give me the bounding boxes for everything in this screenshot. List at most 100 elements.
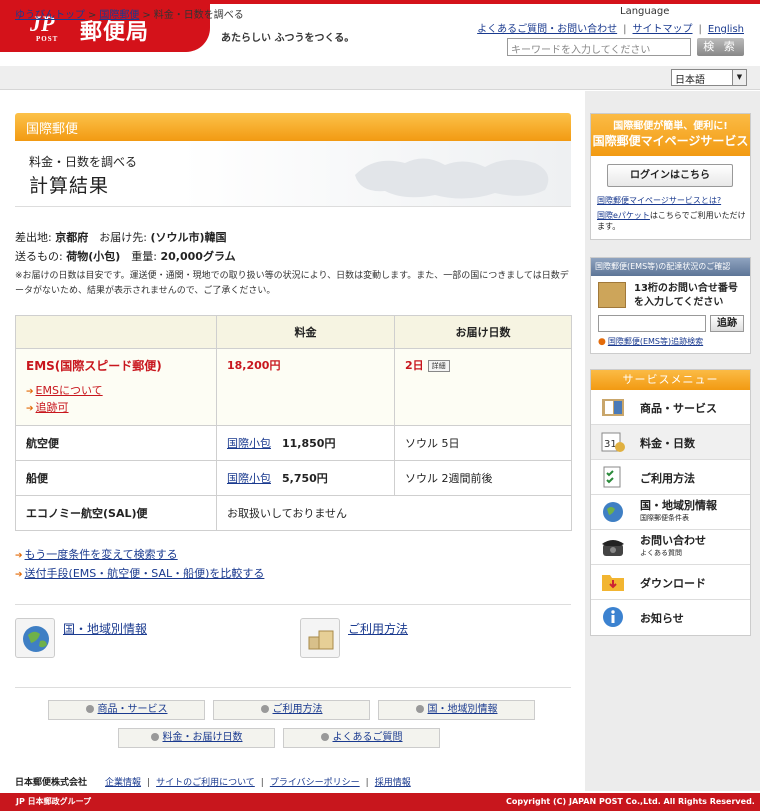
nav-country-info[interactable]: 国・地域別情報 — [378, 700, 535, 720]
table-row-ems: EMS(国際スピード郵便) ➔ EMSについて ➔ 追跡可 18,200円 2日 詳細 — [15, 348, 572, 426]
compare-methods-link[interactable]: 送付手段(EMS・航空便・SAL・船便)を比較する — [25, 567, 265, 580]
faq-link[interactable]: よくあるご質問・お問い合わせ — [477, 24, 617, 35]
origin-destination: 差出地: 京都府 お届け先: (ソウル市)韓国 — [15, 231, 227, 244]
track-button[interactable]: 追跡 — [710, 315, 744, 332]
footer-terms-link[interactable]: サイトのご利用について — [156, 778, 255, 788]
search-button[interactable]: 検 索 — [697, 38, 744, 56]
table-header-price: 料金 — [216, 315, 395, 349]
how-to-use-link[interactable]: ご利用方法 — [348, 620, 408, 637]
service-download[interactable]: ダウンロード — [591, 565, 750, 600]
bullet-icon — [415, 705, 424, 713]
epacket-link[interactable]: 国際eパケット — [597, 211, 650, 220]
language-selected: 日本語 — [675, 75, 705, 86]
world-map-icon — [355, 158, 549, 199]
package-icon — [598, 282, 626, 308]
ems-detail-button[interactable]: 詳細 — [427, 360, 450, 372]
ems-tracking-link[interactable]: 追跡可 — [36, 401, 69, 414]
tagline: あたらしい ふつうをつくる。 — [221, 33, 355, 44]
breadcrumb-intl[interactable]: 国際郵便 — [99, 10, 139, 21]
language-label: Language — [620, 6, 670, 17]
action-links: ➔ もう一度条件を変えて検索する ➔ 送付手段(EMS・航空便・SAL・船便)を比較… — [15, 546, 264, 584]
search-input[interactable]: キーワードを入力してください — [507, 38, 691, 56]
breadcrumb: ゆうびんトップ > 国際郵便 > 料金・日数を調べる — [15, 10, 244, 21]
ship-parcel-link[interactable]: 国際小包 — [227, 472, 271, 485]
group-name: JP 日本郵政グループ — [16, 797, 92, 806]
service-menu-header: サービスメニュー — [591, 370, 750, 390]
weight-value: 20,000グラム — [160, 250, 236, 263]
nav-faq[interactable]: よくあるご質問 — [283, 728, 440, 748]
top-links: よくあるご質問・お問い合わせ | サイトマップ | English — [477, 24, 744, 35]
svg-text:31: 31 — [604, 439, 617, 450]
bullet-icon: ● — [598, 337, 606, 347]
table-row-air: 航空便 国際小包 11,850円 ソウル 5日 — [15, 425, 572, 461]
arrow-icon: ➔ — [15, 551, 23, 561]
service-rates[interactable]: 31 料金・日数 — [591, 425, 750, 460]
arrow-icon: ➔ — [26, 404, 34, 414]
arrow-icon: ➔ — [15, 570, 23, 580]
table-row-ship: 船便 国際小包 5,750円 ソウル 2週間前後 — [15, 460, 572, 496]
checklist-icon — [603, 466, 621, 488]
book-icon — [602, 399, 624, 416]
service-country-info[interactable]: 国・地域別情報 国際郵便条件表 — [591, 495, 750, 530]
globe-icon — [15, 618, 55, 658]
mypage-about-link[interactable]: 国際郵便マイページサービスとは? — [597, 195, 721, 206]
air-parcel-link[interactable]: 国際小包 — [227, 437, 271, 450]
divider — [15, 687, 571, 688]
table-header-row: 料金 お届け日数 — [15, 315, 572, 349]
globe-icon — [603, 502, 623, 522]
tracking-search-link[interactable]: 国際郵便(EMS等)追跡検索 — [608, 337, 703, 346]
ems-about-link[interactable]: EMSについて — [36, 384, 103, 397]
english-link[interactable]: English — [708, 24, 744, 35]
page-title-box: 料金・日数を調べる 計算結果 — [15, 141, 571, 207]
bullet-icon — [85, 705, 94, 713]
bullet-icon — [320, 733, 329, 741]
ship-name: 船便 — [15, 460, 217, 496]
tracking-number-input[interactable] — [598, 315, 706, 332]
packages-icon — [300, 618, 340, 658]
ems-name: EMS(国際スピード郵便) — [26, 359, 162, 373]
ems-days: 2日 — [405, 359, 424, 372]
footer-privacy-link[interactable]: プライバシーポリシー — [270, 778, 360, 788]
footer-bar: JP 日本郵政グループ Copyright (C) JAPAN POST Co.… — [0, 793, 760, 811]
table-row-sal: エコノミー航空(SAL)便 お取扱いしておりません — [15, 495, 572, 531]
ems-price: 18,200円 — [227, 359, 281, 372]
sal-value: お取扱いしておりません — [216, 495, 572, 531]
section-header: 国際郵便 — [15, 113, 571, 141]
service-products[interactable]: 商品・サービス — [591, 390, 750, 425]
arrow-icon: ➔ — [26, 387, 34, 397]
telephone-icon — [602, 540, 624, 556]
disclaimer-note: ※お届けの日数は目安です。運送便・通関・現地での取り扱い等の状況により、日数は変… — [15, 271, 569, 296]
item-value: 荷物(小包) — [66, 250, 121, 263]
footer-corporate-link[interactable]: 企業情報 — [105, 778, 141, 788]
table-header — [15, 315, 217, 349]
nav-rates[interactable]: 料金・お届け日数 — [118, 728, 275, 748]
country-info-link[interactable]: 国・地域別情報 — [63, 620, 147, 637]
language-select[interactable]: 日本語 ▼ — [671, 69, 747, 86]
service-news[interactable]: お知らせ — [591, 600, 750, 635]
air-days: ソウル 5日 — [394, 425, 572, 461]
footer-careers-link[interactable]: 採用情報 — [375, 778, 411, 788]
calendar-icon: 31 — [601, 432, 625, 452]
dropdown-arrow-icon: ▼ — [732, 70, 746, 85]
rates-table: 料金 お届け日数 EMS(国際スピード郵便) ➔ EMSについて ➔ 追跡可 18,… — [15, 315, 572, 531]
service-contact[interactable]: お問い合わせ よくある質問 — [591, 530, 750, 565]
page-title: 計算結果 — [29, 175, 110, 197]
breadcrumb-current: 料金・日数を調べる — [153, 10, 244, 21]
search-again-link[interactable]: もう一度条件を変えて検索する — [25, 548, 178, 561]
bullet-icon — [260, 705, 269, 713]
nav-products[interactable]: 商品・サービス — [48, 700, 205, 720]
destination-value: (ソウル市)韓国 — [150, 231, 227, 244]
ship-days: ソウル 2週間前後 — [394, 460, 572, 496]
bullet-icon — [150, 733, 159, 741]
breadcrumb-bar — [0, 66, 760, 90]
divider — [15, 604, 571, 605]
origin-value: 京都府 — [55, 231, 89, 244]
nav-how-to-use[interactable]: ご利用方法 — [213, 700, 370, 720]
sitemap-link[interactable]: サイトマップ — [633, 24, 693, 35]
breadcrumb-home[interactable]: ゆうびんトップ — [15, 10, 85, 21]
service-how-to-use[interactable]: ご利用方法 — [591, 460, 750, 495]
table-header-days: お届け日数 — [394, 315, 572, 349]
service-menu: サービスメニュー 商品・サービス 31 料金・日数 ご利用方法 国・地域別情報国… — [590, 369, 751, 636]
page-subtitle: 料金・日数を調べる — [29, 155, 138, 169]
login-button[interactable]: ログインはこちら — [607, 164, 733, 187]
